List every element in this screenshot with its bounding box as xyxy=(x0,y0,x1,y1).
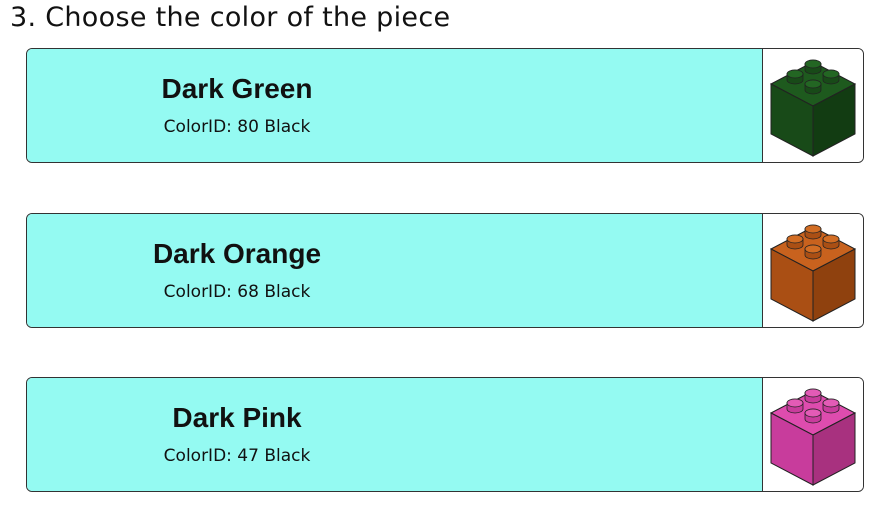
brick-icon xyxy=(769,388,857,486)
color-name: Dark Green xyxy=(161,73,313,104)
step-heading: 3. Choose the color of the piece xyxy=(10,2,451,33)
color-id: ColorID: 80 Black xyxy=(163,117,311,137)
color-name: Dark Orange xyxy=(152,238,322,269)
color-option-label-area[interactable]: Dark Green ColorID: 80 Black xyxy=(27,49,763,162)
brick-icon xyxy=(769,224,857,322)
color-id: ColorID: 68 Black xyxy=(163,282,311,302)
brick-swatch[interactable] xyxy=(763,49,863,162)
color-name: Dark Pink xyxy=(172,402,302,433)
color-option-dark-pink[interactable]: Dark Pink ColorID: 47 Black xyxy=(26,377,864,492)
color-option-label-area[interactable]: Dark Pink ColorID: 47 Black xyxy=(27,378,763,491)
brick-swatch[interactable] xyxy=(763,214,863,327)
color-option-label-area[interactable]: Dark Orange ColorID: 68 Black xyxy=(27,214,763,327)
brick-swatch[interactable] xyxy=(763,378,863,491)
color-option-dark-green[interactable]: Dark Green ColorID: 80 Black xyxy=(26,48,864,163)
color-option-dark-orange[interactable]: Dark Orange ColorID: 68 Black xyxy=(26,213,864,328)
color-id: ColorID: 47 Black xyxy=(163,446,311,466)
brick-icon xyxy=(769,59,857,157)
